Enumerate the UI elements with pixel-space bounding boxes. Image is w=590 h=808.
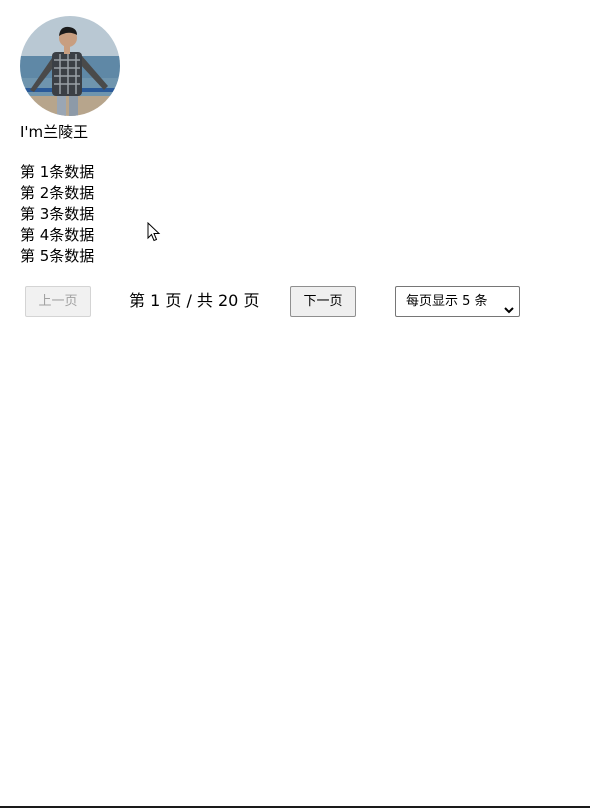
prev-page-button[interactable]: 上一页 <box>25 286 91 317</box>
list-item: 第 1条数据 <box>20 163 95 181</box>
mouse-cursor-icon <box>147 221 161 246</box>
page-size-selected-value: 每页显示 5 条 <box>406 294 488 309</box>
list-item: 第 4条数据 <box>20 226 95 244</box>
next-page-button[interactable]: 下一页 <box>290 286 356 317</box>
profile-name: I'm兰陵王 <box>20 123 89 141</box>
avatar <box>20 16 120 116</box>
chevron-down-icon <box>504 297 514 314</box>
data-list: 第 1条数据 第 2条数据 第 3条数据 第 4条数据 第 5条数据 <box>20 162 94 267</box>
list-item: 第 3条数据 <box>20 205 95 223</box>
list-item: 第 2条数据 <box>20 184 95 202</box>
list-item: 第 5条数据 <box>20 247 95 265</box>
page-size-select[interactable]: 每页显示 5 条 <box>395 286 520 317</box>
page-indicator: 第 1 页 / 共 20 页 <box>129 291 260 310</box>
